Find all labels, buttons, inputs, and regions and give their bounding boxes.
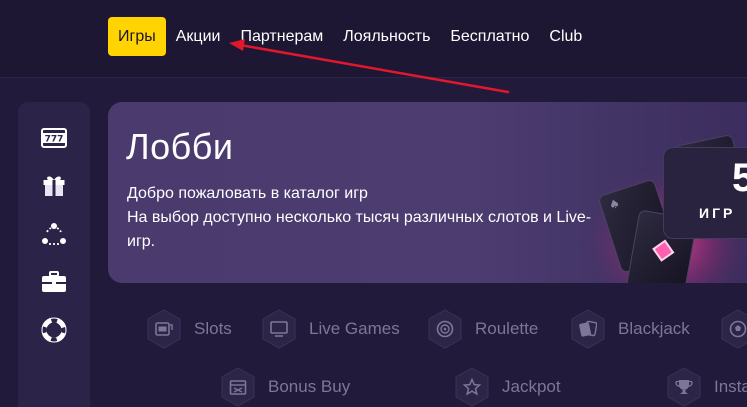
category-slots[interactable]: Slots [146, 309, 232, 349]
category-label: Jackpot [502, 377, 561, 396]
hero-description-line-2: На выбор доступно несколько тысяч различ… [127, 209, 592, 226]
users-network-icon[interactable] [40, 220, 68, 248]
page-title: Лобби [126, 126, 234, 167]
star-icon [454, 367, 490, 407]
nav-item-partners[interactable]: Партнерам [230, 17, 333, 56]
category-insta[interactable]: Insta [666, 367, 747, 407]
category-label: Live Games [309, 319, 400, 338]
main-nav: Игры Акции Партнерам Лояльность Бесплатн… [108, 17, 592, 56]
svg-text:777: 777 [45, 135, 64, 145]
tv-icon [261, 309, 297, 349]
category-roulette[interactable]: Roulette [427, 309, 538, 349]
category-label: Slots [194, 319, 232, 338]
cards-icon [570, 309, 606, 349]
games-count-label: ИГР [699, 205, 736, 221]
category-live-games[interactable]: Live Games [261, 309, 400, 349]
games-count-number: 5 [732, 156, 747, 200]
category-label: Roulette [475, 319, 539, 338]
gift-icon[interactable] [40, 172, 68, 200]
nav-item-loyalty[interactable]: Лояльность [333, 17, 440, 56]
category-label: Insta [714, 377, 747, 396]
sidebar: 777 [18, 102, 90, 407]
briefcase-icon[interactable] [40, 268, 68, 296]
ball-icon [720, 309, 747, 349]
category-bonus-buy[interactable]: Bonus Buy [220, 367, 350, 407]
top-navigation-bar: Игры Акции Партнерам Лояльность Бесплатн… [0, 0, 747, 78]
slots-777-icon[interactable]: 777 [40, 124, 68, 152]
hero-description-line-1: Добро пожаловать в каталог игр [127, 185, 368, 202]
lobby-hero-banner: Лобби Добро пожаловать в каталог игр На … [108, 102, 747, 283]
lifebuoy-icon[interactable] [40, 316, 68, 344]
category-jackpot[interactable]: Jackpot [454, 367, 561, 407]
category-blackjack[interactable]: Blackjack [570, 309, 690, 349]
roulette-icon [427, 309, 463, 349]
games-count-badge: 5 ИГР [663, 147, 747, 239]
nav-item-club[interactable]: Club [539, 17, 592, 56]
trophy-icon [666, 367, 702, 407]
slot-machine-icon [146, 309, 182, 349]
nav-item-free[interactable]: Бесплатно [440, 17, 539, 56]
category-label: Blackjack [618, 319, 690, 338]
category-label: Bonus Buy [268, 377, 351, 396]
nav-item-promotions[interactable]: Акции [166, 17, 231, 56]
hero-description-line-3: игр. [127, 233, 156, 250]
nav-item-games[interactable]: Игры [108, 17, 166, 56]
bonus-buy-icon [220, 367, 256, 407]
category-next-partial[interactable] [720, 309, 747, 349]
